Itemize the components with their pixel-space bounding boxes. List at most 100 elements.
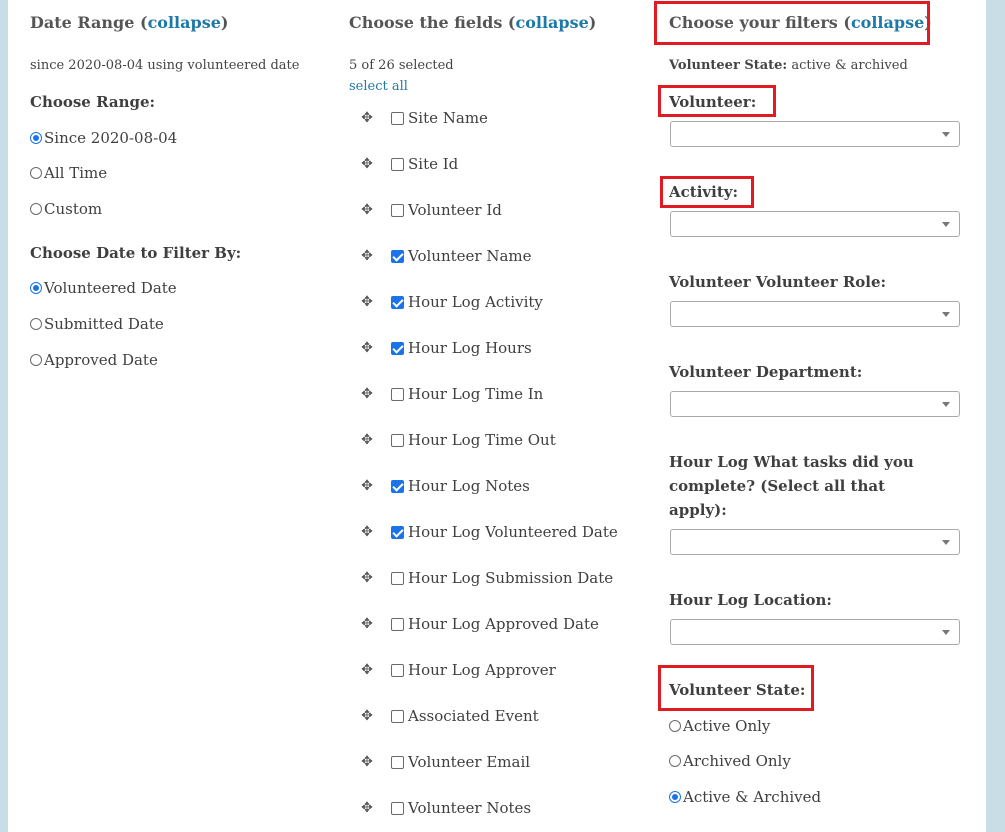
field-label: Hour Log Approver (408, 661, 556, 679)
field-checkbox[interactable] (391, 479, 404, 493)
move-handle-icon[interactable]: ✥ (360, 709, 374, 723)
field-row[interactable]: ✥ Associated Event (360, 707, 539, 725)
chevron-down-icon (942, 222, 950, 227)
field-checkbox[interactable] (391, 111, 404, 125)
state-summary: Volunteer State: active & archived (669, 58, 908, 73)
state-option-active-only[interactable]: Active Only (669, 717, 770, 735)
move-handle-icon[interactable]: ✥ (360, 663, 374, 677)
radio-archived-only[interactable] (669, 755, 681, 767)
field-checkbox[interactable] (391, 157, 404, 171)
field-row[interactable]: ✥ Hour Log Hours (360, 339, 532, 357)
location-select[interactable] (670, 619, 960, 645)
range-option-label: All Time (44, 164, 108, 182)
move-handle-icon[interactable]: ✥ (360, 571, 374, 585)
volunteer-select[interactable] (670, 121, 960, 147)
department-select[interactable] (670, 391, 960, 417)
field-checkbox[interactable] (391, 203, 404, 217)
chevron-down-icon (942, 630, 950, 635)
range-option-all-time[interactable]: All Time (30, 164, 107, 182)
filter-by-approved-date[interactable]: Approved Date (30, 351, 158, 369)
fields-collapse-link[interactable]: collapse (515, 13, 588, 32)
field-checkbox[interactable] (391, 249, 404, 263)
chevron-down-icon (942, 540, 950, 545)
role-select[interactable] (670, 301, 960, 327)
field-checkbox[interactable] (391, 571, 404, 585)
highlight-box-activity (660, 176, 754, 208)
move-handle-icon[interactable]: ✥ (360, 479, 374, 493)
field-row[interactable]: ✥ Volunteer Name (360, 247, 531, 265)
date-range-title-text: Date Range (30, 13, 135, 32)
tasks-select[interactable] (670, 529, 960, 555)
range-option-since[interactable]: Since 2020-08-04 (30, 129, 177, 147)
date-range-summary: since 2020-08-04 using volunteered date (30, 58, 300, 73)
field-checkbox[interactable] (391, 341, 404, 355)
state-option-label: Active Only (683, 717, 771, 735)
field-checkbox[interactable] (391, 433, 404, 447)
field-row[interactable]: ✥ Hour Log Submission Date (360, 569, 613, 587)
location-filter-label: Hour Log Location: (669, 591, 832, 609)
chevron-down-icon (942, 132, 950, 137)
field-checkbox[interactable] (391, 801, 404, 815)
field-checkbox[interactable] (391, 617, 404, 631)
highlight-box-volunteer-state (658, 665, 814, 711)
radio-volunteered-date[interactable] (30, 282, 42, 294)
state-summary-label: Volunteer State: (669, 58, 788, 73)
field-label: Volunteer Id (408, 201, 502, 219)
field-label: Hour Log Time In (408, 385, 544, 403)
move-handle-icon[interactable]: ✥ (360, 433, 374, 447)
field-row[interactable]: ✥ Hour Log Volunteered Date (360, 523, 618, 541)
field-checkbox[interactable] (391, 663, 404, 677)
move-handle-icon[interactable]: ✥ (360, 387, 374, 401)
move-handle-icon[interactable]: ✥ (360, 295, 374, 309)
field-row[interactable]: ✥ Hour Log Notes (360, 477, 530, 495)
field-checkbox[interactable] (391, 295, 404, 309)
move-handle-icon[interactable]: ✥ (360, 801, 374, 815)
filter-by-volunteered-date[interactable]: Volunteered Date (30, 279, 177, 297)
filter-by-submitted-date[interactable]: Submitted Date (30, 315, 164, 333)
select-all-link[interactable]: select all (349, 79, 408, 94)
radio-since[interactable] (30, 132, 42, 144)
field-row[interactable]: ✥ Site Id (360, 155, 458, 173)
field-row[interactable]: ✥ Volunteer Notes (360, 799, 531, 817)
move-handle-icon[interactable]: ✥ (360, 525, 374, 539)
field-row[interactable]: ✥ Site Name (360, 109, 488, 127)
state-option-archived-only[interactable]: Archived Only (669, 752, 791, 770)
move-handle-icon[interactable]: ✥ (360, 203, 374, 217)
field-checkbox[interactable] (391, 755, 404, 769)
state-option-label: Archived Only (683, 752, 791, 770)
field-row[interactable]: ✥ Volunteer Email (360, 753, 530, 771)
field-row[interactable]: ✥ Volunteer Id (360, 201, 502, 219)
filter-by-option-label: Submitted Date (44, 315, 164, 333)
filter-by-label: Choose Date to Filter By: (30, 244, 242, 262)
radio-all-time[interactable] (30, 167, 42, 179)
move-handle-icon[interactable]: ✥ (360, 157, 374, 171)
date-range-title: Date Range (collapse) (30, 13, 229, 32)
move-handle-icon[interactable]: ✥ (360, 341, 374, 355)
radio-submitted-date[interactable] (30, 318, 42, 330)
state-option-active-archived[interactable]: Active & Archived (669, 788, 821, 806)
department-filter-label: Volunteer Department: (669, 363, 863, 381)
field-row[interactable]: ✥ Hour Log Time In (360, 385, 543, 403)
radio-active-archived[interactable] (669, 791, 681, 803)
role-filter-label: Volunteer Volunteer Role: (669, 273, 887, 291)
radio-custom[interactable] (30, 203, 42, 215)
activity-select[interactable] (670, 211, 960, 237)
move-handle-icon[interactable]: ✥ (360, 755, 374, 769)
date-range-collapse-link[interactable]: collapse (148, 13, 221, 32)
move-handle-icon[interactable]: ✥ (360, 249, 374, 263)
radio-active-only[interactable] (669, 720, 681, 732)
tasks-filter-label: Hour Log What tasks did you complete? (S… (669, 453, 914, 519)
move-handle-icon[interactable]: ✥ (360, 617, 374, 631)
field-row[interactable]: ✥ Hour Log Activity (360, 293, 543, 311)
field-row[interactable]: ✥ Hour Log Approved Date (360, 615, 599, 633)
field-row[interactable]: ✥ Hour Log Time Out (360, 431, 556, 449)
field-checkbox[interactable] (391, 709, 404, 723)
field-label: Hour Log Activity (408, 293, 543, 311)
field-label: Hour Log Volunteered Date (408, 523, 618, 541)
field-checkbox[interactable] (391, 387, 404, 401)
field-checkbox[interactable] (391, 525, 404, 539)
radio-approved-date[interactable] (30, 354, 42, 366)
range-option-custom[interactable]: Custom (30, 200, 102, 218)
field-row[interactable]: ✥ Hour Log Approver (360, 661, 556, 679)
move-handle-icon[interactable]: ✥ (360, 111, 374, 125)
